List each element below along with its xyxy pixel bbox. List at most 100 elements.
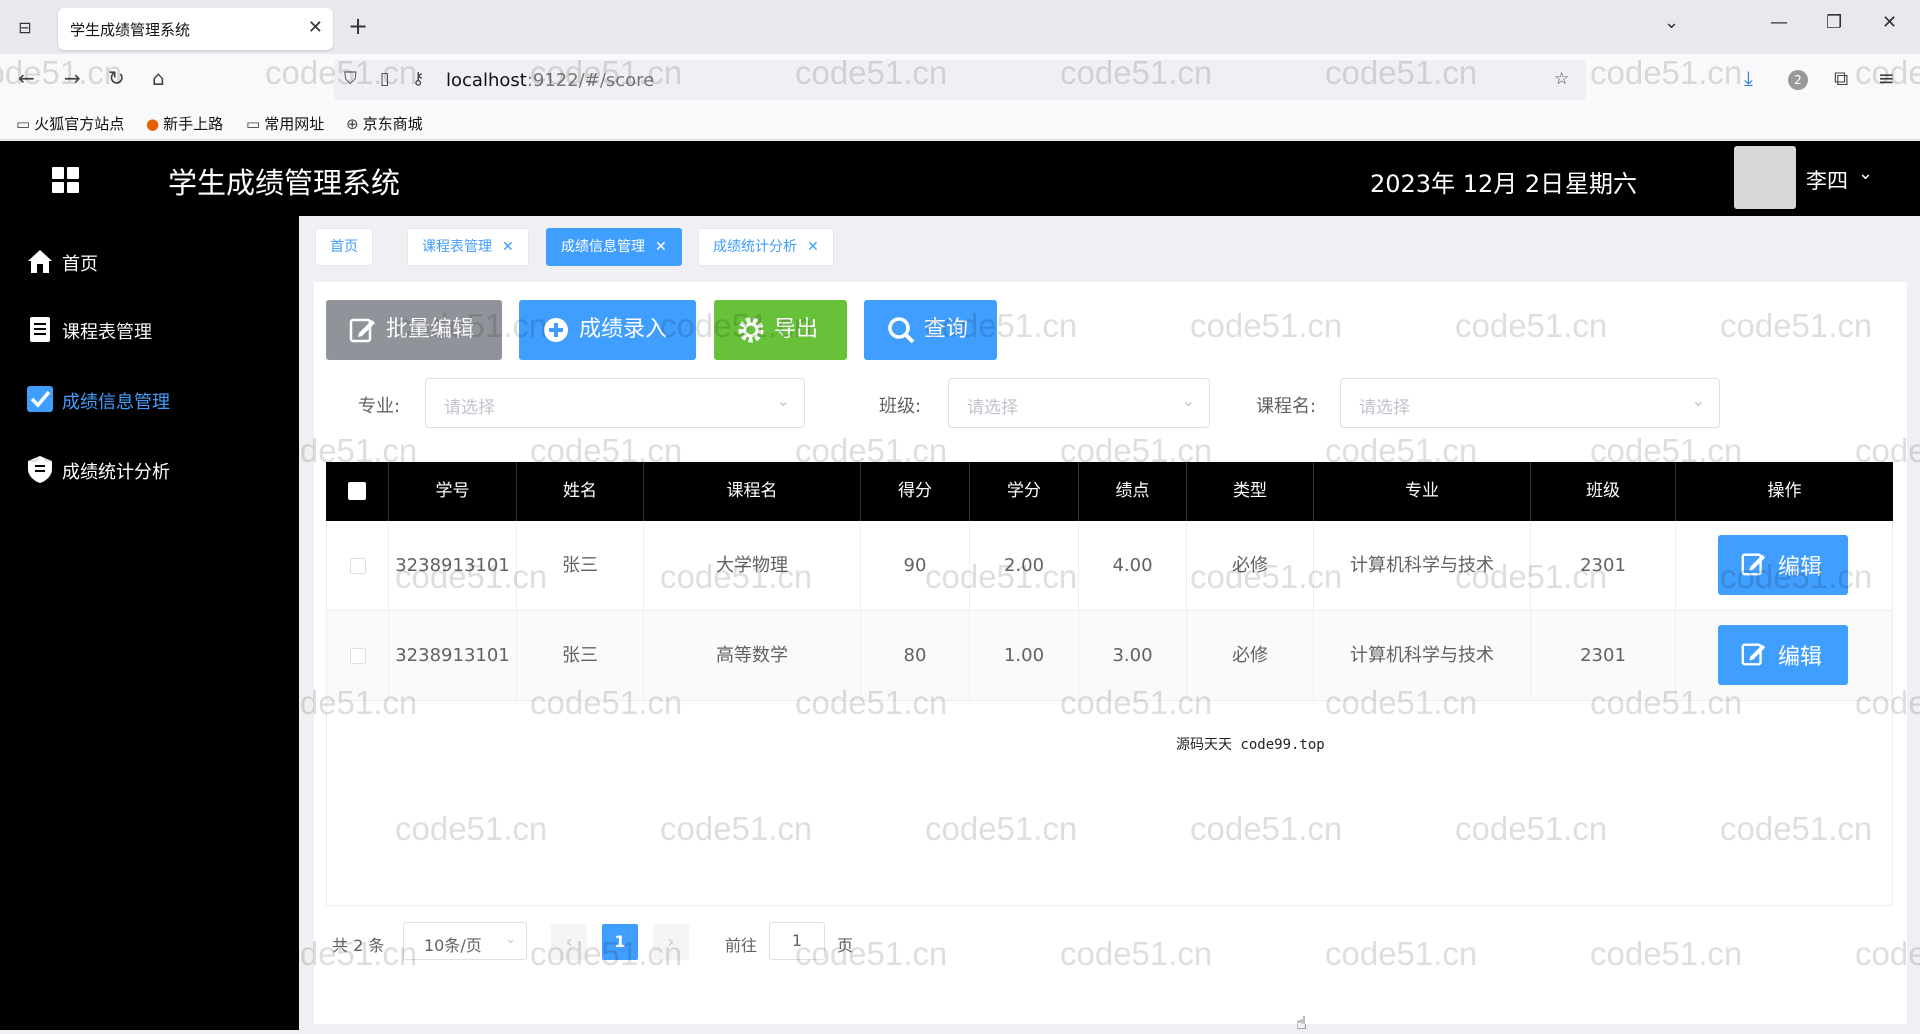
home-icon[interactable]: ⌂ bbox=[152, 66, 165, 90]
edit-button[interactable]: 编辑 bbox=[1718, 625, 1848, 685]
select-placeholder: 请选择 bbox=[444, 398, 495, 418]
cell-student-id: 3238913101 bbox=[389, 521, 517, 611]
folder-icon: ▭ bbox=[246, 115, 261, 133]
goto-suffix: 页 bbox=[837, 936, 854, 955]
bookmark-item[interactable]: ▭ 常用网址 bbox=[246, 113, 324, 134]
bookmark-star-icon[interactable]: ☆ bbox=[1554, 69, 1569, 89]
new-tab-icon[interactable]: + bbox=[348, 12, 368, 40]
restore-icon[interactable]: ❐ bbox=[1826, 12, 1842, 33]
home-icon bbox=[28, 250, 52, 273]
key-icon[interactable]: ⚷ bbox=[412, 69, 424, 89]
add-score-button[interactable]: 成绩录入 bbox=[519, 300, 696, 360]
add-score-label: 成绩录入 bbox=[579, 317, 668, 342]
search-icon bbox=[888, 317, 915, 344]
edit-icon bbox=[349, 318, 375, 343]
minimize-icon[interactable]: — bbox=[1770, 12, 1788, 33]
batch-edit-button[interactable]: 批量编辑 bbox=[326, 300, 502, 360]
bookmark-item[interactable]: ⊕ 京东商城 bbox=[346, 113, 423, 134]
prev-page-button[interactable]: ‹ bbox=[551, 924, 587, 960]
reload-icon[interactable]: ↻ bbox=[108, 66, 125, 90]
gear-icon bbox=[738, 317, 764, 343]
close-icon[interactable]: ✕ bbox=[655, 239, 667, 255]
grid-menu-icon[interactable] bbox=[52, 167, 79, 193]
cell-score: 80 bbox=[861, 611, 970, 701]
column-header: 学分 bbox=[970, 462, 1079, 521]
back-icon[interactable]: ← bbox=[18, 66, 35, 90]
sidebar-item-label: 成绩信息管理 bbox=[62, 392, 170, 413]
row-checkbox[interactable] bbox=[350, 648, 366, 664]
tab-label: 首页 bbox=[330, 239, 358, 255]
menu-icon[interactable]: ≡ bbox=[1878, 66, 1895, 90]
major-select[interactable]: 请选择 ⌄ bbox=[425, 378, 805, 428]
sidebar-item-score-management[interactable]: 成绩信息管理 bbox=[0, 372, 299, 428]
cell-major: 计算机科学与技术 bbox=[1314, 521, 1531, 611]
account-badge[interactable]: 2 bbox=[1788, 70, 1808, 90]
sidebar-item-home[interactable]: 首页 bbox=[0, 234, 299, 290]
edit-icon bbox=[1741, 643, 1766, 666]
chevron-down-icon: ⌄ bbox=[1181, 391, 1195, 410]
content-card: 批量编辑 成绩录入 导出 查询 专业: 请选择 ⌄ 班级: 请选择 ⌄ 课程名:… bbox=[314, 282, 1907, 1024]
edit-button[interactable]: 编辑 bbox=[1718, 535, 1848, 595]
close-tab-icon[interactable]: ✕ bbox=[308, 17, 323, 38]
tab-score-statistics[interactable]: 成绩统计分析 ✕ bbox=[698, 228, 834, 266]
close-icon[interactable]: ✕ bbox=[502, 239, 514, 255]
app-title: 学生成绩管理系统 bbox=[168, 166, 401, 200]
close-icon[interactable]: ✕ bbox=[807, 239, 819, 255]
tab-score-management[interactable]: 成绩信息管理 ✕ bbox=[546, 228, 682, 266]
document-icon bbox=[30, 317, 50, 342]
pagination-total: 共 2 条 bbox=[332, 936, 385, 955]
username[interactable]: 李四 bbox=[1806, 165, 1848, 195]
header-checkbox-cell bbox=[326, 462, 389, 521]
table-header: 学号 姓名 课程名 得分 学分 绩点 类型 专业 班级 操作 bbox=[326, 462, 1893, 521]
forward-icon[interactable]: → bbox=[64, 66, 81, 90]
pagination: 共 2 条 10条/页 ⌄ ‹ 1 › 前往 1 页 bbox=[314, 922, 1314, 962]
checkbox-icon bbox=[27, 386, 53, 412]
cell-credit: 2.00 bbox=[970, 521, 1079, 611]
column-header: 课程名 bbox=[644, 462, 861, 521]
table-row[interactable]: 3238913101 张三 高等数学 80 1.00 3.00 必修 计算机科学… bbox=[326, 611, 1893, 701]
select-all-checkbox[interactable] bbox=[348, 482, 366, 500]
edit-icon bbox=[1741, 553, 1766, 576]
sidebar: 首页 课程表管理 成绩信息管理 成绩统计分析 bbox=[0, 216, 299, 1030]
course-select[interactable]: 请选择 ⌄ bbox=[1340, 378, 1720, 428]
browser-tab[interactable]: 学生成绩管理系统 ✕ bbox=[58, 8, 333, 50]
query-button[interactable]: 查询 bbox=[864, 300, 997, 360]
extensions-icon[interactable]: ⧉ bbox=[1834, 66, 1848, 90]
chevron-down-icon: ⌄ bbox=[1691, 391, 1705, 410]
cell-class: 2301 bbox=[1531, 521, 1676, 611]
tab-home[interactable]: 首页 bbox=[315, 228, 373, 266]
goto-page-input[interactable]: 1 bbox=[769, 922, 825, 960]
close-window-icon[interactable]: ✕ bbox=[1882, 12, 1897, 33]
row-checkbox[interactable] bbox=[350, 558, 366, 574]
plus-circle-icon bbox=[544, 318, 568, 342]
tab-list-icon[interactable]: ⊟ bbox=[10, 16, 40, 40]
download-icon[interactable]: ⤓ bbox=[1744, 66, 1753, 90]
tab-course-schedule[interactable]: 课程表管理 ✕ bbox=[407, 228, 529, 266]
page-size-value: 10条/页 bbox=[424, 936, 482, 955]
avatar[interactable] bbox=[1734, 146, 1796, 209]
next-page-button[interactable]: › bbox=[653, 924, 689, 960]
bookmark-item[interactable]: ▭ 火狐官方站点 bbox=[16, 113, 124, 134]
class-select[interactable]: 请选择 ⌄ bbox=[948, 378, 1210, 428]
export-label: 导出 bbox=[774, 317, 819, 342]
sidebar-item-course-schedule[interactable]: 课程表管理 bbox=[0, 302, 299, 358]
chevron-down-icon[interactable]: ⌄ bbox=[1664, 12, 1679, 33]
table-row[interactable]: 3238913101 张三 大学物理 90 2.00 4.00 必修 计算机科学… bbox=[326, 521, 1893, 611]
page-size-select[interactable]: 10条/页 ⌄ bbox=[403, 922, 527, 960]
url-text[interactable]: localhost:9122/#/score bbox=[446, 70, 654, 91]
select-placeholder: 请选择 bbox=[1359, 398, 1410, 418]
url-bar[interactable]: ⛉ ▯ ⚷ localhost:9122/#/score ☆ bbox=[334, 60, 1586, 100]
page-number-current[interactable]: 1 bbox=[602, 924, 638, 960]
chevron-down-icon[interactable]: ⌄ bbox=[1858, 163, 1873, 184]
cell-student-id: 3238913101 bbox=[389, 611, 517, 701]
sidebar-item-score-statistics[interactable]: 成绩统计分析 bbox=[0, 442, 299, 498]
export-button[interactable]: 导出 bbox=[714, 300, 847, 360]
major-label: 专业: bbox=[358, 396, 401, 417]
course-label: 课程名: bbox=[1256, 396, 1317, 417]
select-placeholder: 请选择 bbox=[967, 398, 1018, 418]
bookmark-item[interactable]: ● 新手上路 bbox=[146, 113, 223, 134]
shield-icon[interactable]: ⛉ bbox=[344, 69, 357, 89]
globe-icon: ⊕ bbox=[346, 115, 359, 133]
cell-course: 大学物理 bbox=[644, 521, 861, 611]
browser-tab-title: 学生成绩管理系统 bbox=[70, 21, 191, 39]
